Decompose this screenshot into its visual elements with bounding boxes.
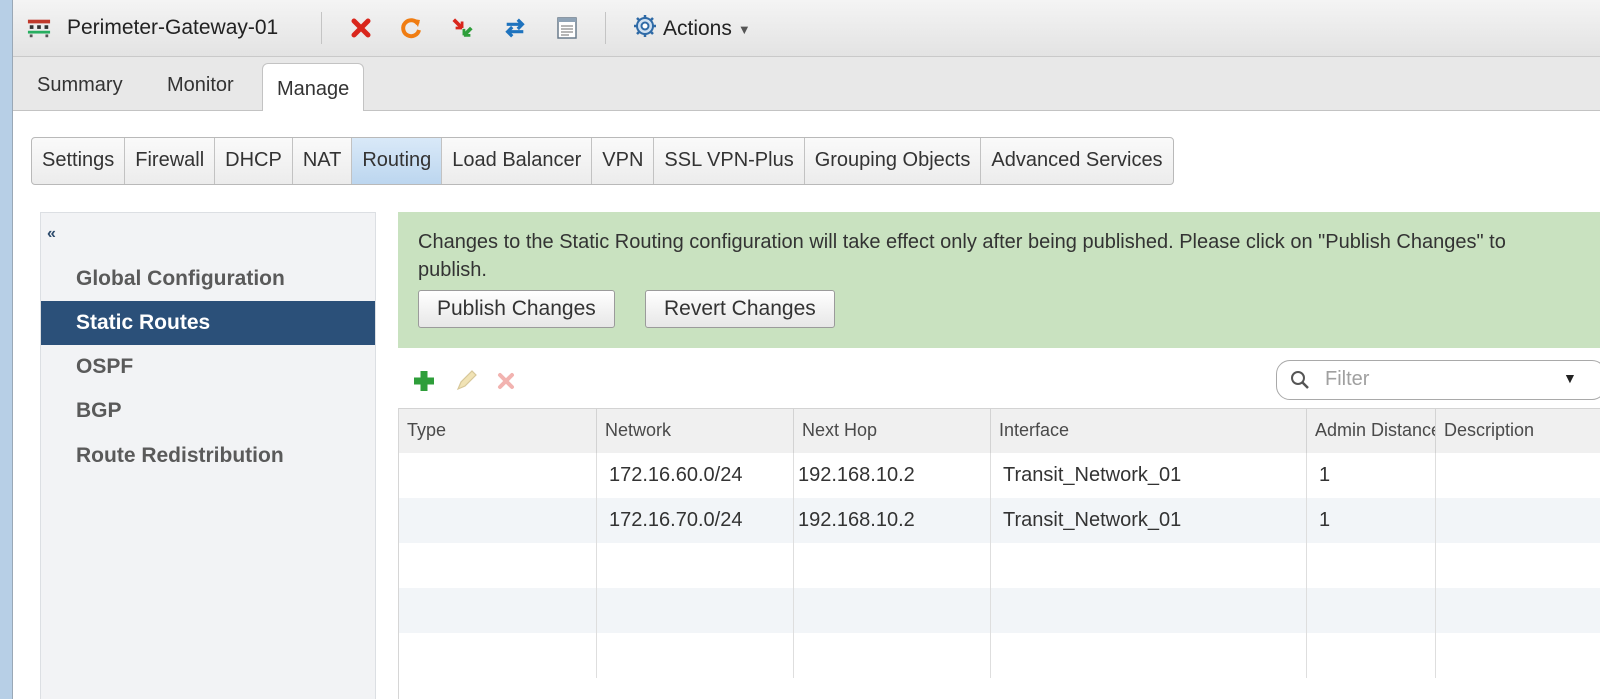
- subtab-nat[interactable]: NAT: [293, 138, 353, 184]
- toolbar-divider: [605, 12, 606, 44]
- add-icon[interactable]: [411, 368, 437, 399]
- column-header-next-hop[interactable]: Next Hop: [794, 409, 991, 453]
- empty-table-row: [399, 588, 1600, 633]
- cell-admin-distance: 1: [1307, 498, 1436, 543]
- delete-icon[interactable]: [349, 16, 373, 40]
- publish-notice: Changes to the Static Routing configurat…: [398, 212, 1600, 348]
- edit-icon[interactable]: [453, 368, 479, 399]
- log-icon[interactable]: [555, 16, 579, 40]
- revert-changes-button[interactable]: Revert Changes: [645, 290, 835, 328]
- routing-sidebar: « Global Configuration Static Routes OSP…: [40, 212, 376, 699]
- column-header-interface[interactable]: Interface: [991, 409, 1307, 453]
- empty-cell: [1307, 543, 1436, 588]
- edge-icon: [27, 16, 51, 40]
- table-header: Type Network Next Hop Interface Admin Di…: [399, 408, 1600, 454]
- subtab-settings[interactable]: Settings: [32, 138, 126, 184]
- subtab-load-balancer[interactable]: Load Balancer: [442, 138, 593, 184]
- chevron-down-icon: ▼: [737, 21, 751, 37]
- table-row[interactable]: 172.16.60.0/24 192.168.10.2 Transit_Netw…: [399, 453, 1600, 498]
- subtab-dhcp[interactable]: DHCP: [215, 138, 293, 184]
- empty-table-row: [399, 543, 1600, 588]
- refresh-icon[interactable]: [399, 16, 423, 40]
- empty-cell: [399, 543, 597, 588]
- tab-manage[interactable]: Manage: [262, 63, 365, 111]
- toolbar-divider: [321, 12, 322, 44]
- subtab-firewall[interactable]: Firewall: [125, 138, 216, 184]
- empty-cell: [794, 588, 991, 633]
- empty-cell: [991, 543, 1307, 588]
- sub-tab-bar: Settings Firewall DHCP NAT Routing Load …: [31, 137, 1174, 185]
- sidebar-item-global-configuration[interactable]: Global Configuration: [41, 257, 375, 301]
- cell-interface: Transit_Network_01: [991, 453, 1307, 498]
- actions-menu[interactable]: Actions ▼: [633, 14, 751, 44]
- search-icon: [1289, 369, 1311, 396]
- empty-cell: [399, 588, 597, 633]
- empty-cell: [597, 633, 794, 678]
- empty-cell: [991, 633, 1307, 678]
- empty-cell: [597, 543, 794, 588]
- cell-interface: Transit_Network_01: [991, 498, 1307, 543]
- subtab-vpn[interactable]: VPN: [592, 138, 655, 184]
- empty-cell: [399, 633, 597, 678]
- cell-next-hop: 192.168.10.2: [794, 498, 991, 543]
- cell-next-hop: 192.168.10.2: [794, 453, 991, 498]
- column-header-network[interactable]: Network: [597, 409, 794, 453]
- cell-network: 172.16.60.0/24: [597, 453, 794, 498]
- column-header-admin-distance[interactable]: Admin Distance: [1307, 409, 1436, 453]
- sidebar-item-bgp[interactable]: BGP: [41, 389, 375, 433]
- tab-monitor[interactable]: Monitor: [167, 74, 234, 97]
- cell-network: 172.16.70.0/24: [597, 498, 794, 543]
- cell-description: [1436, 498, 1600, 543]
- migrate-icon[interactable]: [451, 16, 475, 40]
- filter-dropdown-icon[interactable]: ▼: [1563, 370, 1577, 386]
- empty-cell: [794, 633, 991, 678]
- static-routes-table: Type Network Next Hop Interface Admin Di…: [398, 408, 1600, 699]
- tab-summary[interactable]: Summary: [37, 74, 123, 97]
- grid-toolbar: [411, 368, 517, 399]
- subtab-ssl-vpn-plus[interactable]: SSL VPN-Plus: [654, 138, 805, 184]
- window-title: Perimeter-Gateway-01: [67, 16, 279, 39]
- column-header-description[interactable]: Description: [1436, 409, 1600, 453]
- sidebar-item-static-routes[interactable]: Static Routes: [41, 301, 375, 345]
- filter-box[interactable]: ▼: [1276, 360, 1600, 400]
- empty-cell: [1307, 633, 1436, 678]
- sidebar-item-route-redistribution[interactable]: Route Redistribution: [41, 434, 375, 478]
- empty-table-row: [399, 633, 1600, 678]
- empty-cell: [991, 588, 1307, 633]
- empty-cell: [597, 588, 794, 633]
- app-window: Perimeter-Gateway-01 Actions ▼ Summary M…: [12, 0, 1600, 699]
- cell-type: [399, 498, 597, 543]
- subtab-routing[interactable]: Routing: [352, 138, 443, 184]
- cell-admin-distance: 1: [1307, 453, 1436, 498]
- publish-changes-button[interactable]: Publish Changes: [418, 290, 615, 328]
- collapse-sidebar-icon[interactable]: «: [47, 225, 56, 243]
- delete-icon[interactable]: [495, 370, 517, 397]
- actions-label: Actions: [663, 17, 732, 40]
- subtab-advanced-services[interactable]: Advanced Services: [981, 138, 1172, 184]
- subtab-grouping-objects[interactable]: Grouping Objects: [805, 138, 982, 184]
- notice-text: Changes to the Static Routing configurat…: [418, 231, 1506, 281]
- sync-icon[interactable]: [503, 16, 527, 40]
- cell-description: [1436, 453, 1600, 498]
- actions-gear-icon: [633, 14, 657, 44]
- empty-cell: [794, 543, 991, 588]
- title-bar: Perimeter-Gateway-01 Actions ▼: [13, 0, 1600, 57]
- sidebar-item-ospf[interactable]: OSPF: [41, 345, 375, 389]
- empty-cell: [1307, 588, 1436, 633]
- column-header-type[interactable]: Type: [399, 409, 597, 453]
- filter-input[interactable]: [1323, 367, 1557, 392]
- top-tab-bar: [13, 57, 1600, 111]
- table-row[interactable]: 172.16.70.0/24 192.168.10.2 Transit_Netw…: [399, 498, 1600, 543]
- cell-type: [399, 453, 597, 498]
